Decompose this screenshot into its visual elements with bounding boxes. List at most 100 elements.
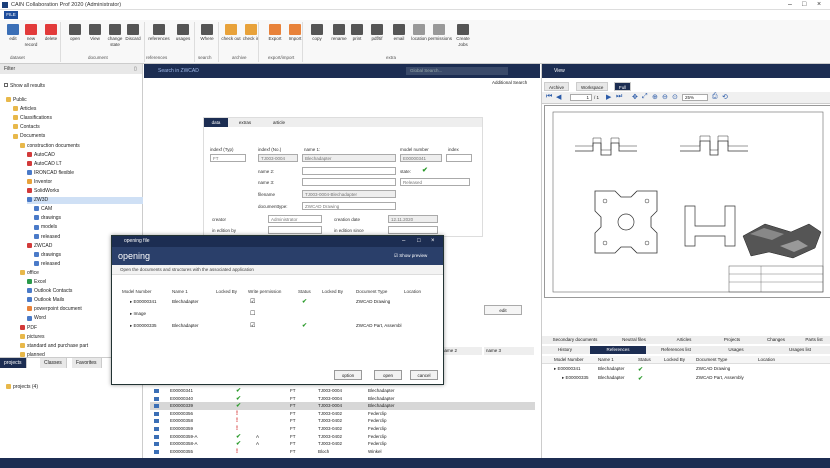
- page-input[interactable]: 1: [570, 94, 592, 101]
- global-search-input[interactable]: Global Search...: [406, 67, 508, 75]
- edit-button[interactable]: edit: [484, 305, 522, 315]
- ribbon-button-8[interactable]: usages: [172, 22, 194, 54]
- zoom-out-icon[interactable]: ⊖: [662, 93, 668, 101]
- write-permission-checkbox[interactable]: ☐: [250, 308, 255, 320]
- first-page-icon[interactable]: ⏮: [546, 93, 552, 101]
- ref-tab[interactable]: References: [590, 346, 646, 354]
- tab-data[interactable]: data: [204, 118, 228, 127]
- dialog-row[interactable]: ▸ E00000341 Blechadapter ☑ ✔ ZWCAD Drawing: [112, 296, 443, 308]
- ref-column-header-cell[interactable]: Model Number: [554, 357, 584, 362]
- tree-item[interactable]: Classifications: [13, 115, 52, 122]
- prev-page-icon[interactable]: ◀: [556, 93, 561, 101]
- name3-field[interactable]: [302, 178, 396, 186]
- ribbon-button-17[interactable]: pdf/tif: [366, 22, 388, 54]
- close-icon[interactable]: ×: [817, 1, 821, 8]
- state-select[interactable]: Released: [400, 178, 470, 186]
- ref-column-header-cell[interactable]: Document Type: [696, 357, 727, 362]
- tree-item[interactable]: AutoCAD LT: [27, 161, 62, 168]
- tree-item[interactable]: drawings: [34, 215, 61, 222]
- tab-full[interactable]: Full: [614, 82, 632, 91]
- maximize-icon[interactable]: □: [802, 1, 806, 8]
- index-field[interactable]: [446, 154, 472, 162]
- creation-date-field[interactable]: 12.11.2020: [388, 215, 438, 223]
- creator-select[interactable]: Administrator: [268, 215, 322, 223]
- ref-tab[interactable]: Projects: [710, 336, 754, 344]
- ribbon-button-14[interactable]: copy: [306, 22, 328, 54]
- ribbon-button-20[interactable]: permissions: [428, 22, 452, 54]
- dialog-row[interactable]: ▸ E00000335 Blechadapter ☑ ✔ ZWCAD Part, Ass…: [112, 320, 443, 332]
- column-header-name2[interactable]: name 2: [440, 347, 482, 355]
- tab-extras[interactable]: extras: [230, 118, 260, 127]
- ribbon-button-16[interactable]: print: [346, 22, 368, 54]
- ref-tab[interactable]: Secondary documents: [542, 336, 608, 344]
- tree-item[interactable]: Contacts: [13, 124, 40, 131]
- tab-classes[interactable]: Classes: [40, 358, 67, 368]
- name1-field[interactable]: Blechadapter: [302, 154, 396, 162]
- tree-item[interactable]: PDF: [20, 325, 37, 332]
- tree-item[interactable]: Word: [27, 315, 46, 322]
- tree-item[interactable]: standard and purchase part: [20, 343, 88, 350]
- ref-tab[interactable]: Articles: [662, 336, 706, 344]
- write-permission-checkbox[interactable]: ☑: [250, 320, 255, 332]
- rotate-icon[interactable]: ⟲: [722, 93, 728, 101]
- ref-column-header-cell[interactable]: Locked By: [664, 357, 685, 362]
- tree-item[interactable]: Excel: [27, 279, 46, 286]
- ref-column-header-cell[interactable]: Status: [638, 357, 651, 362]
- write-permission-checkbox[interactable]: ☑: [250, 296, 255, 308]
- ribbon-button-21[interactable]: Create Jobs: [452, 22, 474, 54]
- tree-item[interactable]: Documents: [13, 133, 45, 140]
- indexf-no-field[interactable]: TJ003-0004: [258, 154, 298, 162]
- tree-item[interactable]: Public: [6, 97, 27, 104]
- ref-tab[interactable]: Parts list: [792, 336, 830, 344]
- option-button[interactable]: option: [334, 370, 362, 380]
- next-page-icon[interactable]: ▶: [606, 93, 611, 101]
- tab-favorites[interactable]: Favorites: [72, 358, 102, 368]
- tree-item[interactable]: Outlook Contacts: [27, 288, 72, 295]
- ref-tab[interactable]: Usages list: [772, 346, 828, 354]
- ribbon-button-10[interactable]: check out: [220, 22, 242, 54]
- tree-item[interactable]: AutoCAD: [27, 152, 55, 159]
- filename-field[interactable]: TJ003-0004-Blechadapter: [302, 190, 396, 198]
- ribbon-button-4[interactable]: View: [84, 22, 106, 54]
- tree-item[interactable]: drawings: [34, 252, 61, 259]
- zoom-in-icon[interactable]: ⊕: [652, 93, 658, 101]
- projects-item[interactable]: projects (4): [6, 384, 38, 390]
- tab-archive[interactable]: Archive: [544, 82, 570, 91]
- ribbon-button-18[interactable]: email: [388, 22, 410, 54]
- last-page-icon[interactable]: ⏭: [616, 93, 622, 101]
- ribbon-button-2[interactable]: delete: [40, 22, 62, 54]
- ref-row[interactable]: ▸ E00000335 Blechadapter ✔ ZWCAD Part, Asse…: [542, 375, 830, 383]
- ref-tab[interactable]: Neutral files: [612, 336, 656, 344]
- ref-tab[interactable]: References list: [648, 346, 704, 354]
- zoom-select[interactable]: 25%: [682, 94, 708, 101]
- zoom-window-icon[interactable]: ⊙: [672, 93, 678, 101]
- tab-projects[interactable]: projects: [0, 358, 27, 368]
- tree-item[interactable]: construction documents: [20, 143, 80, 150]
- tree-item[interactable]: SolidWorks: [27, 188, 59, 195]
- ribbon-button-7[interactable]: references: [148, 22, 170, 54]
- pin-icon[interactable]: ▯: [134, 66, 137, 72]
- tree-item[interactable]: released: [34, 261, 60, 268]
- indexf-type-select[interactable]: FT: [210, 154, 246, 162]
- additional-search-link[interactable]: Additional Search: [492, 80, 527, 85]
- tree-item[interactable]: IRONCAD flexible: [27, 170, 74, 177]
- tree-item[interactable]: Articles: [13, 106, 36, 113]
- column-header-name3[interactable]: name 3: [484, 347, 534, 355]
- print-icon[interactable]: ⎙: [712, 93, 718, 101]
- name2-field[interactable]: [302, 167, 396, 175]
- pan-icon[interactable]: ✥: [632, 93, 638, 101]
- minimize-icon[interactable]: –: [788, 1, 792, 8]
- tab-article[interactable]: article: [262, 118, 296, 127]
- tab-workspace[interactable]: Workspace: [576, 82, 609, 91]
- tree-item[interactable]: released: [34, 234, 60, 241]
- open-button[interactable]: open: [374, 370, 402, 380]
- ribbon-button-9[interactable]: Where: [196, 22, 218, 54]
- ref-tab[interactable]: Usages: [708, 346, 764, 354]
- ribbon-button-1[interactable]: new record: [20, 22, 42, 54]
- ref-column-header-cell[interactable]: Location: [758, 357, 775, 362]
- ref-column-header-cell[interactable]: Name 1: [598, 357, 614, 362]
- tree-item[interactable]: Outlook Mails: [27, 297, 64, 304]
- tree-item[interactable]: ZWCAD: [27, 243, 52, 250]
- ribbon-button-6[interactable]: Discard: [122, 22, 144, 54]
- fit-icon[interactable]: ⤢: [642, 93, 648, 101]
